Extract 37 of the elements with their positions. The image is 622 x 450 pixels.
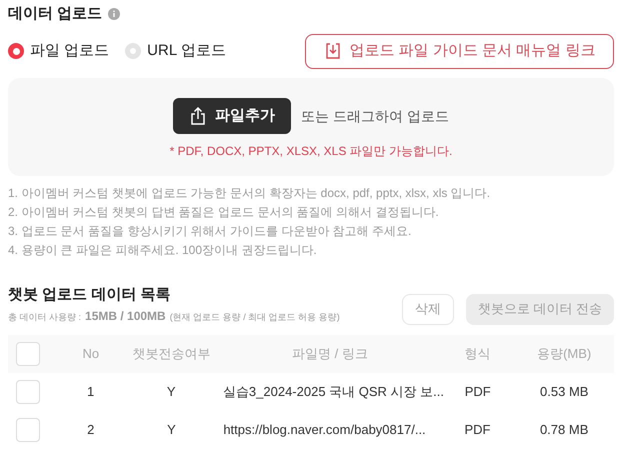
dropzone[interactable]: 파일추가 또는 드래그하여 업로드 * PDF, DOCX, PPTX, XLSX, XLS 파일만 가능합니다. <box>8 78 614 176</box>
table-cell-text: 1 <box>86 382 94 401</box>
download-icon <box>324 42 342 60</box>
column-header: No <box>82 344 100 363</box>
usage-value: 15MB / 100MB <box>85 308 166 324</box>
radio-option[interactable]: 파일 업로드 <box>8 40 110 62</box>
usage-label: 총 데이터 사용량 : <box>8 310 82 324</box>
drag-hint: 또는 드래그하여 업로드 <box>301 106 449 126</box>
guideline-text: 4. 용량이 큰 파일은 피해주세요. 100장이내 권장드립니다. <box>8 242 318 259</box>
guideline-text: 2. 아이멤버 커스텀 챗봇의 답변 품질은 업로드 문서의 품질에 의해서 결정됩니다. <box>8 204 440 221</box>
table-cell-text: PDF <box>464 420 490 439</box>
table-cell-text: Y <box>166 382 176 401</box>
table-cell-text: 실습3_2024-2025 국내 QSR 시장 보... <box>222 382 444 401</box>
list-title: 챗봇 업로드 데이터 목록 <box>8 285 172 305</box>
table-cell-text: 0.53 MB <box>540 382 588 401</box>
table-cell-text: 2 <box>87 420 94 439</box>
table-cell-text: Y <box>167 420 176 439</box>
info-icon <box>108 8 120 20</box>
column-header: 형식 <box>464 344 490 363</box>
guideline-text: 1. 아이멤버 커스텀 챗봇에 업로드 가능한 문서의 확장자는 docx, pdf, pptx, xlsx, xls 입니다. <box>8 185 492 202</box>
checkbox[interactable] <box>16 418 40 442</box>
table-cell-text: PDF <box>464 382 491 401</box>
share-icon <box>189 106 208 126</box>
radio-option[interactable]: URL 업로드 <box>125 40 226 62</box>
allowed-formats-note: * PDF, DOCX, PPTX, XLSX, XLS 파일만 가능합니다. <box>170 143 452 160</box>
checkbox[interactable] <box>16 380 40 404</box>
section-title: 데이터 업로드 <box>8 4 102 24</box>
guideline-text: 3. 업로드 문서 품질을 향상시키기 위해서 가이드를 다운받아 참고해 주세요. <box>8 223 412 240</box>
checkbox[interactable] <box>16 342 40 366</box>
usage-note: (현재 업로드 용량 / 최대 업로드 허용 용량) <box>170 310 340 324</box>
column-header: 챗봇전송여부 <box>132 344 210 363</box>
table-cell-text: https://blog.naver.com/baby0817/... <box>223 420 426 439</box>
add-file-button[interactable]: 파일추가 <box>173 98 292 134</box>
column-header: 파일명 / 링크 <box>292 344 368 363</box>
column-header: 용량(MB) <box>537 344 592 363</box>
table-cell-text: 0.78 MB <box>540 420 588 439</box>
guide-link-button[interactable]: 업로드 파일 가이드 문서 매뉴얼 링크 <box>305 34 614 68</box>
